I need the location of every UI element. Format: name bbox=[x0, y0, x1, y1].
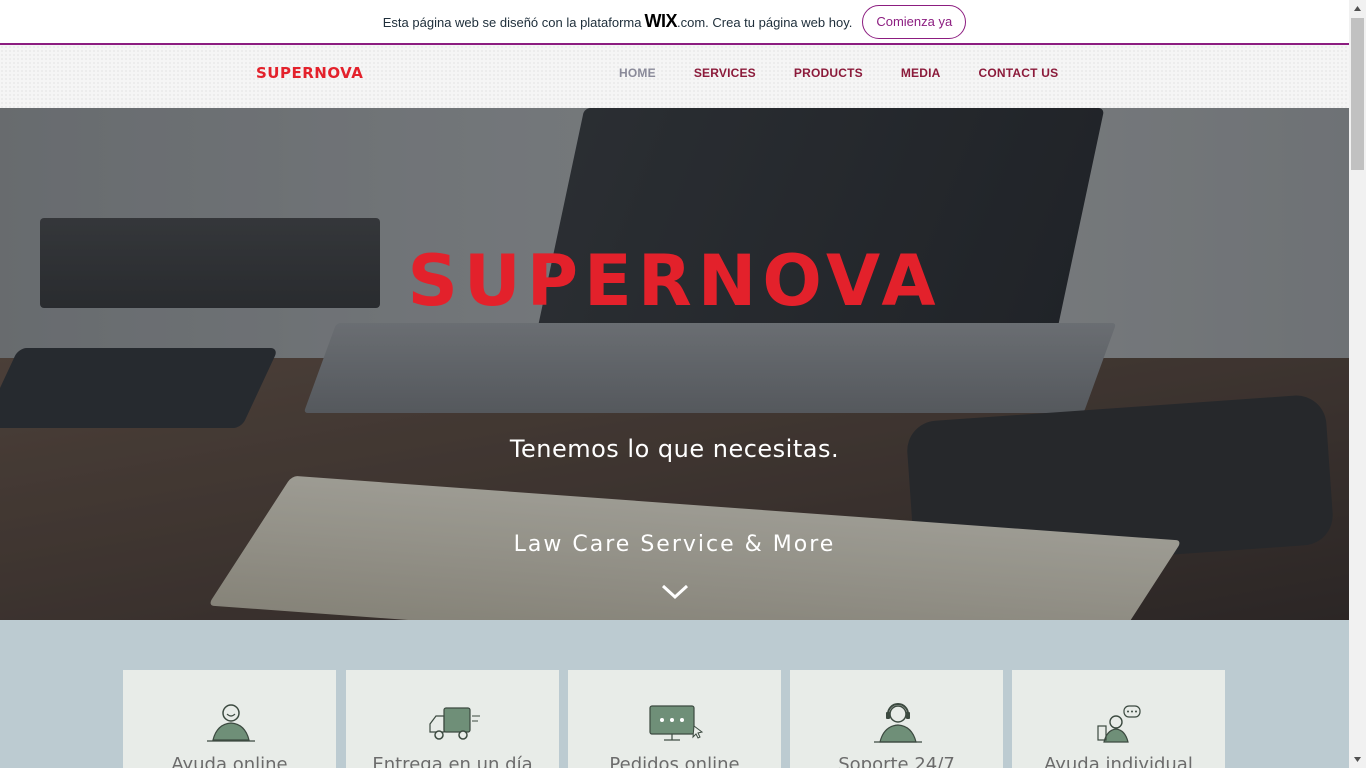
hero-section: SUPERNOVA Tenemos lo que necesitas. Law … bbox=[0, 108, 1349, 620]
feature-label: Ayuda online bbox=[171, 754, 288, 768]
wix-banner-text-before: Esta página web se diseñó con la platafo… bbox=[382, 15, 642, 30]
feature-card-online-help[interactable]: Ayuda online bbox=[123, 670, 336, 768]
hero-subtagline: Law Care Service & More bbox=[513, 532, 836, 557]
wix-banner-text: Esta página web se diseñó con la platafo… bbox=[383, 11, 857, 32]
scroll-down-arrow-icon[interactable] bbox=[1349, 751, 1366, 768]
wix-banner-text-after: .com. Crea tu página web hoy. bbox=[676, 15, 853, 30]
feature-label: Ayuda individual bbox=[1044, 754, 1193, 768]
page-scrollbar[interactable] bbox=[1349, 0, 1366, 768]
nav-item-contact-us[interactable]: CONTACT US bbox=[960, 66, 1078, 80]
monitor-cursor-icon bbox=[649, 705, 704, 741]
feature-label: Soporte 24/7 bbox=[838, 754, 955, 768]
site-header: SUPERNOVA HOME SERVICES PRODUCTS MEDIA C… bbox=[0, 45, 1349, 108]
chat-person-icon bbox=[1097, 705, 1141, 743]
chevron-down-icon[interactable] bbox=[660, 581, 690, 601]
feature-card-online-orders[interactable]: Pedidos online bbox=[568, 670, 781, 768]
wix-logo[interactable]: WIX bbox=[644, 11, 677, 32]
hero-tagline: Tenemos lo que necesitas. bbox=[509, 435, 840, 463]
nav-item-products[interactable]: PRODUCTS bbox=[775, 66, 882, 80]
hero-logo: SUPERNOVA bbox=[407, 240, 942, 322]
nav-item-media[interactable]: MEDIA bbox=[882, 66, 960, 80]
feature-card-individual-help[interactable]: Ayuda individual bbox=[1012, 670, 1225, 768]
nav-item-services[interactable]: SERVICES bbox=[675, 66, 775, 80]
feature-card-next-day-delivery[interactable]: Entrega en un día bbox=[346, 670, 559, 768]
delivery-truck-icon bbox=[429, 707, 480, 740]
scrollbar-thumb[interactable] bbox=[1351, 18, 1364, 170]
scroll-up-arrow-icon[interactable] bbox=[1349, 0, 1366, 17]
feature-label: Entrega en un día bbox=[372, 754, 533, 768]
features-section: Ayuda online Entrega en un día Pedidos o… bbox=[0, 620, 1349, 768]
feature-card-support-24-7[interactable]: Soporte 24/7 bbox=[790, 670, 1003, 768]
feature-label: Pedidos online bbox=[609, 754, 740, 768]
header-logo[interactable]: SUPERNOVA bbox=[256, 64, 363, 82]
start-now-button[interactable]: Comienza ya bbox=[862, 4, 967, 39]
nav-item-home[interactable]: HOME bbox=[600, 66, 675, 80]
headset-support-icon bbox=[874, 703, 922, 743]
main-nav: HOME SERVICES PRODUCTS MEDIA CONTACT US bbox=[600, 66, 1077, 80]
wix-promo-banner: Esta página web se diseñó con la platafo… bbox=[0, 0, 1349, 45]
person-icon bbox=[207, 704, 255, 742]
